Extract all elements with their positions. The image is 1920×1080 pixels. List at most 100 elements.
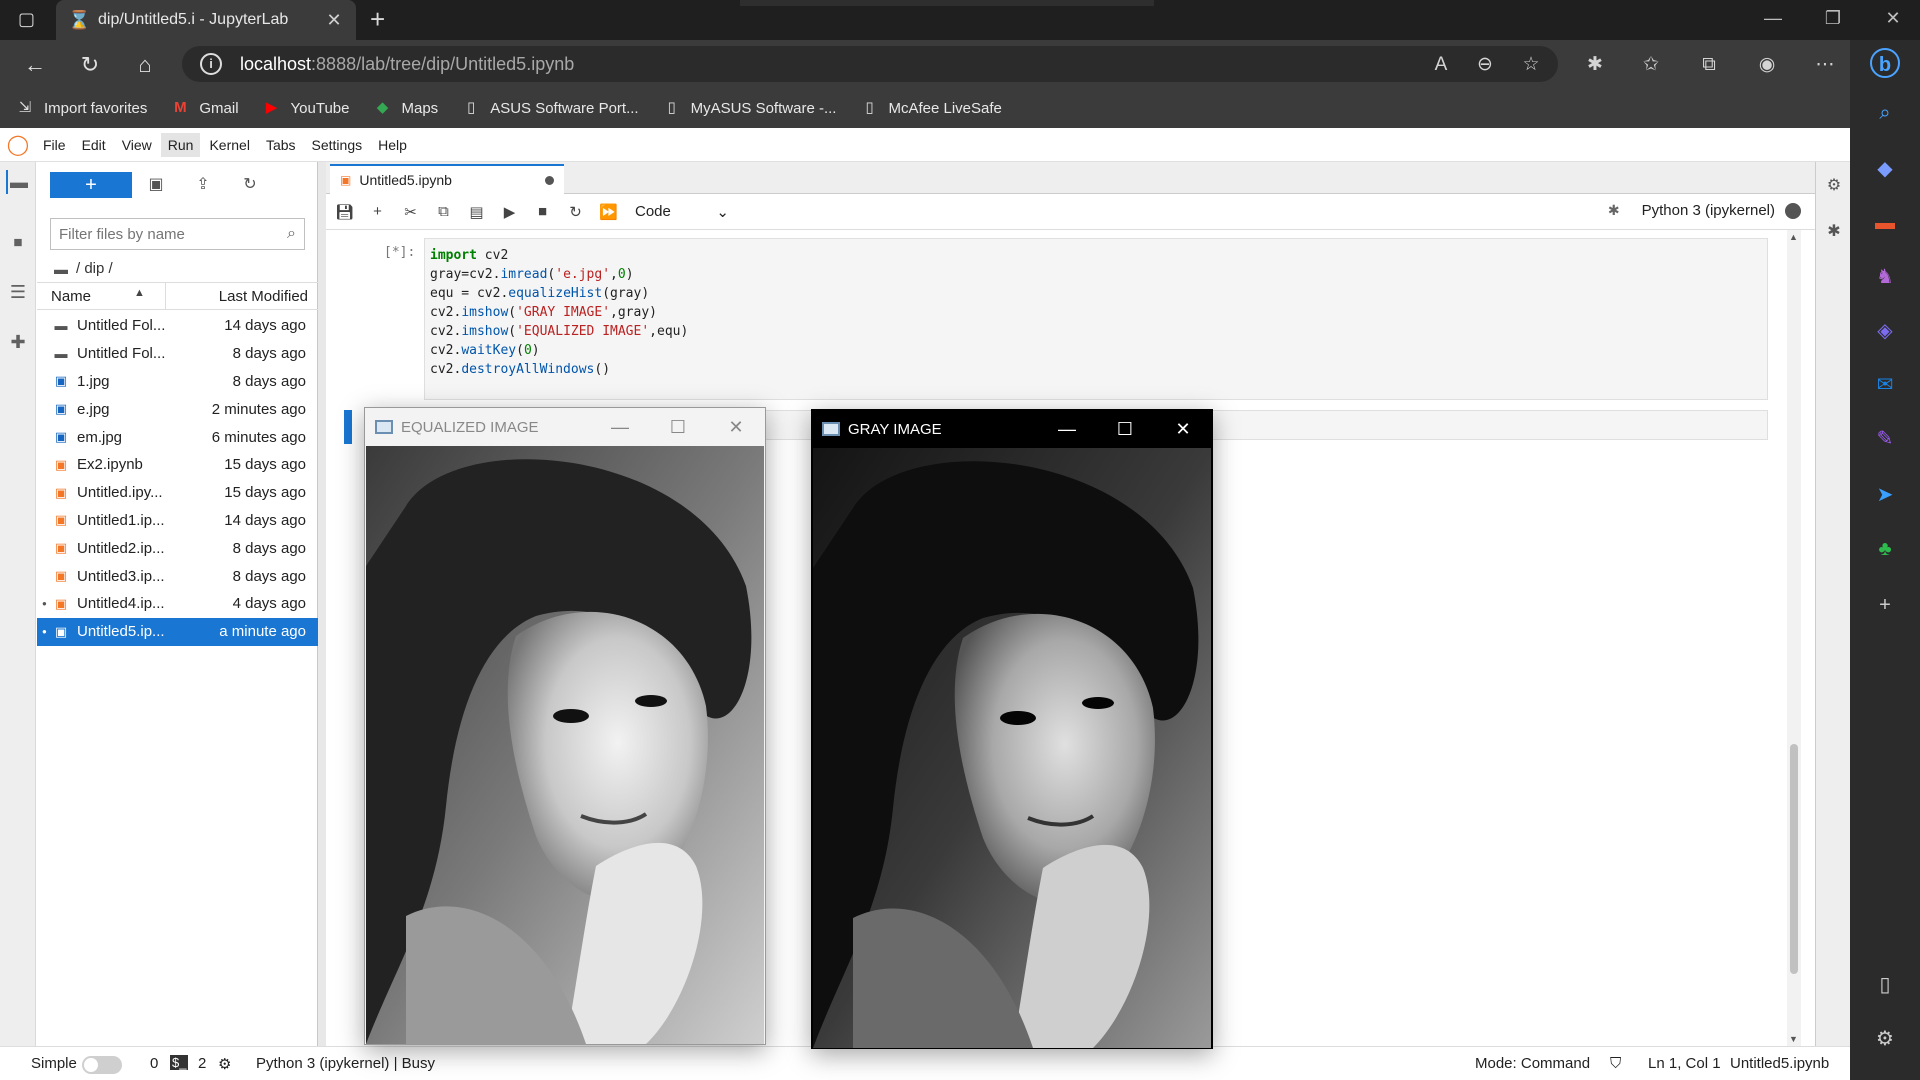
close-window-icon[interactable]: ✕ xyxy=(1878,8,1908,29)
folder-icon[interactable]: ▬ xyxy=(54,261,68,277)
new-tab-button[interactable]: + xyxy=(370,4,385,35)
refresh-file-list-icon[interactable]: ↻ xyxy=(237,172,263,198)
bing-chat-icon[interactable]: b xyxy=(1870,48,1900,78)
browser-tab-active[interactable]: ⌛ dip/Untitled5.i - JupyterLab ✕ xyxy=(56,0,356,40)
bookmark-import-favorites[interactable]: ⇲ Import favorites xyxy=(16,99,148,117)
close-icon[interactable]: ✕ xyxy=(1154,410,1212,448)
minimize-window-icon[interactable]: — xyxy=(1758,8,1788,29)
equalized-image-window[interactable]: EQUALIZED IMAGE — ☐ ✕ xyxy=(364,407,766,1045)
tools-icon[interactable]: ▬ xyxy=(1870,208,1900,238)
refresh-icon[interactable]: ↻ xyxy=(75,50,105,80)
menu-edit[interactable]: Edit xyxy=(75,133,113,157)
kernels-count[interactable]: 2 xyxy=(198,1055,206,1072)
designer-icon[interactable]: ✎ xyxy=(1870,424,1900,454)
table-of-contents-icon[interactable]: ☰ xyxy=(6,280,30,304)
kernel-status-text[interactable]: Python 3 (ipykernel) | Busy xyxy=(256,1055,435,1072)
notebook-tab[interactable]: ▣ Untitled5.ipynb xyxy=(330,164,564,194)
tree-icon[interactable]: ♣ xyxy=(1870,534,1900,564)
bookmark-asus-software-portal[interactable]: ▯ ASUS Software Port... xyxy=(462,99,639,117)
file-row[interactable]: ▣ Untitled.ipy... 15 days ago xyxy=(37,479,318,507)
scroll-down-icon[interactable]: ▼ xyxy=(1789,1034,1798,1044)
paste-icon[interactable]: ▤ xyxy=(460,203,493,221)
drop-icon[interactable]: ➤ xyxy=(1870,480,1900,510)
upload-icon[interactable]: ⇪ xyxy=(190,172,216,198)
column-name-header[interactable]: Name xyxy=(51,288,91,305)
debugger-bug-icon[interactable]: ✱ xyxy=(1822,220,1846,244)
menu-kernel[interactable]: Kernel xyxy=(202,133,256,157)
filter-files-input[interactable] xyxy=(59,225,288,243)
gray-image-window[interactable]: GRAY IMAGE — ☐ ✕ xyxy=(811,409,1213,1049)
simple-mode-toggle[interactable] xyxy=(82,1056,122,1074)
search-icon[interactable]: ⌕ xyxy=(1870,98,1900,128)
kernel-name[interactable]: Python 3 (ipykernel) xyxy=(1642,202,1775,219)
cursor-position[interactable]: Ln 1, Col 1 xyxy=(1648,1055,1721,1072)
file-row[interactable]: ▣ Untitled2.ip... 8 days ago xyxy=(37,534,318,562)
bookmark-gmail[interactable]: M Gmail xyxy=(171,99,238,117)
file-row[interactable]: ▬ Untitled Fol... 14 days ago xyxy=(37,312,318,340)
column-last-modified-header[interactable]: Last Modified xyxy=(219,288,308,305)
add-favorite-icon[interactable]: ☆ xyxy=(1516,50,1546,80)
breadcrumb-path[interactable]: / dip / xyxy=(76,260,113,277)
menu-view[interactable]: View xyxy=(115,133,159,157)
menu-tabs[interactable]: Tabs xyxy=(259,133,303,157)
file-row[interactable]: ▣ em.jpg 6 minutes ago xyxy=(37,423,318,451)
cell-collapser[interactable] xyxy=(344,410,352,444)
bookmark-mcafee-livesafe[interactable]: ▯ McAfee LiveSafe xyxy=(860,99,1002,117)
menu-settings[interactable]: Settings xyxy=(305,133,370,157)
cell-type-select[interactable]: Code ⌄ xyxy=(635,203,729,221)
maximize-icon[interactable]: ☐ xyxy=(1096,410,1154,448)
file-row[interactable]: ▣ Ex2.ipynb 15 days ago xyxy=(37,451,318,479)
zoom-out-icon[interactable]: ⊖ xyxy=(1470,50,1500,80)
settings-gear-icon[interactable]: ⚙ xyxy=(1870,1024,1900,1054)
extensions-icon[interactable]: ✱ xyxy=(1580,50,1610,80)
restart-kernel-icon[interactable]: ↻ xyxy=(559,203,592,221)
filter-files-field[interactable]: ⌕ xyxy=(50,218,305,250)
read-aloud-icon[interactable]: A xyxy=(1426,50,1456,80)
url-field[interactable]: i localhost:8888/lab/tree/dip/Untitled5.… xyxy=(182,46,1558,82)
terminals-count[interactable]: 0 xyxy=(150,1055,158,1072)
bookmark-youtube[interactable]: ▶ YouTube xyxy=(263,99,350,117)
debugger-icon[interactable]: ✱ xyxy=(1608,202,1620,219)
scroll-up-icon[interactable]: ▲ xyxy=(1789,232,1798,242)
panel-splitter[interactable] xyxy=(318,162,326,1046)
run-cell-icon[interactable]: ▶ xyxy=(493,203,526,221)
shopping-icon[interactable]: ◆ xyxy=(1870,154,1900,184)
property-inspector-icon[interactable]: ⚙ xyxy=(1822,174,1846,198)
games-icon[interactable]: ♞ xyxy=(1870,262,1900,292)
copy-icon[interactable]: ⧉ xyxy=(427,203,460,220)
bookmark-myasus-software[interactable]: ▯ MyASUS Software -... xyxy=(663,99,836,117)
outlook-icon[interactable]: ✉ xyxy=(1870,370,1900,400)
new-folder-icon[interactable]: ▣ xyxy=(143,172,169,198)
unsaved-indicator-icon[interactable] xyxy=(545,175,554,185)
menu-help[interactable]: Help xyxy=(371,133,414,157)
collections-icon[interactable]: ⧉ xyxy=(1694,50,1724,80)
notebook-scrollbar[interactable]: ▲ ▼ xyxy=(1787,230,1801,1046)
favorites-icon[interactable]: ✩ xyxy=(1636,50,1666,80)
code-cell[interactable]: [*]: import cv2 gray=cv2.imread('e.jpg',… xyxy=(326,238,1768,400)
hide-sidebar-icon[interactable]: ▯ xyxy=(1870,970,1900,1000)
file-row[interactable]: ▣ 1.jpg 8 days ago xyxy=(37,368,318,396)
minimize-icon[interactable]: — xyxy=(1038,410,1096,448)
running-sessions-icon[interactable]: ⏹ xyxy=(6,230,30,254)
restart-run-all-icon[interactable]: ⏩ xyxy=(592,203,625,221)
profile-avatar-icon[interactable]: ◉ xyxy=(1752,50,1782,80)
file-row[interactable]: ● ▣ Untitled5.ip... a minute ago xyxy=(37,617,318,646)
save-icon[interactable]: 💾︎ xyxy=(328,203,361,221)
restore-window-icon[interactable]: ❐ xyxy=(1818,8,1848,29)
minimize-icon[interactable]: — xyxy=(591,408,649,446)
new-launcher-button[interactable]: + xyxy=(50,172,132,198)
bookmark-maps[interactable]: ◆ Maps xyxy=(374,99,438,117)
file-row[interactable]: ● ▣ Untitled4.ip... 4 days ago xyxy=(37,590,318,618)
site-info-icon[interactable]: i xyxy=(200,53,222,75)
cut-icon[interactable]: ✂ xyxy=(394,203,427,221)
back-icon[interactable]: ← xyxy=(20,50,50,80)
extensions-puzzle-icon[interactable]: ✚ xyxy=(6,330,30,354)
home-icon[interactable]: ⌂ xyxy=(130,50,160,80)
insert-cell-icon[interactable]: + xyxy=(361,203,394,220)
menu-file[interactable]: File xyxy=(36,133,73,157)
close-icon[interactable]: ✕ xyxy=(707,408,765,446)
file-row[interactable]: ▣ Untitled3.ip... 8 days ago xyxy=(37,562,318,590)
file-row[interactable]: ▣ e.jpg 2 minutes ago xyxy=(37,395,318,423)
scrollbar-thumb[interactable] xyxy=(1790,744,1798,974)
menu-run[interactable]: Run xyxy=(160,132,201,157)
